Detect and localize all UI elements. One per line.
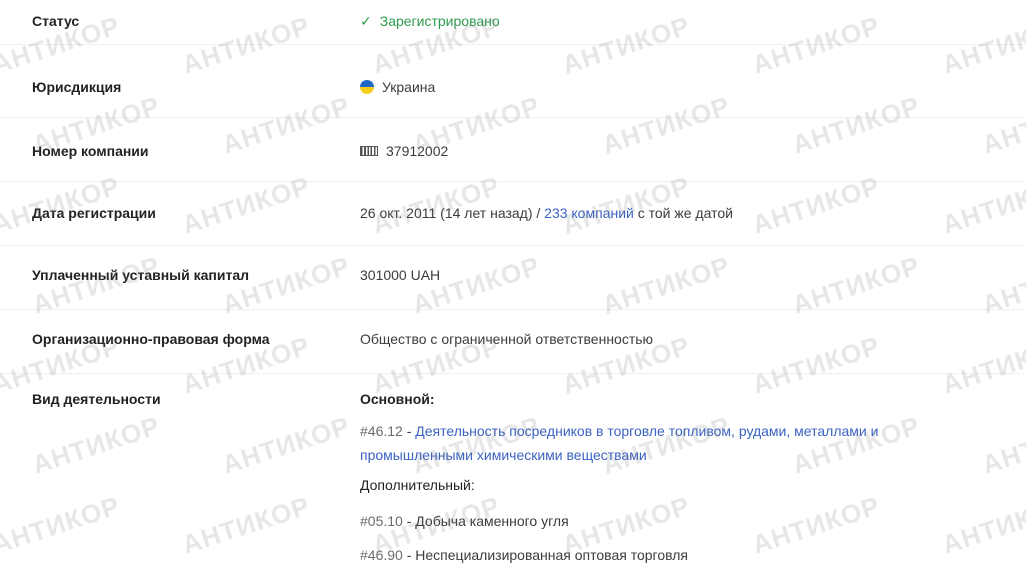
row-legal-form: Организационно-правовая форма Общество с… — [0, 309, 1026, 374]
jurisdiction-value: Украина — [360, 79, 435, 95]
extra-activity-code: #46.90 — [360, 547, 403, 563]
legal-form-label: Организационно-правовая форма — [32, 331, 270, 347]
company-number-label: Номер компании — [32, 143, 149, 159]
barcode-icon — [360, 146, 378, 156]
company-number-value: 37912002 — [360, 143, 448, 159]
activity-block: Основной: #46.12 - Деятельность посредни… — [360, 387, 960, 567]
registration-date-text: 26 окт. 2011 (14 лет назад) / — [360, 205, 545, 221]
extra-activity-text: Добыча каменного угля — [415, 513, 569, 529]
row-jurisdiction: Юрисдикция Украина — [0, 44, 1026, 118]
main-activity-code: #46.12 — [360, 423, 403, 439]
extra-activity-text: Неспециализированная оптовая торговля — [415, 547, 688, 563]
registration-date-suffix: с той же датой — [633, 205, 733, 221]
jurisdiction-text: Украина — [382, 79, 436, 95]
row-capital: Уплаченный уставный капитал 301000 UAH — [0, 245, 1026, 310]
row-company-number: Номер компании 37912002 — [0, 117, 1026, 182]
capital-value: 301000 UAH — [360, 267, 441, 283]
same-date-companies-link[interactable]: 233 компаний — [544, 205, 634, 221]
row-registration-date: Дата регистрации 26 окт. 2011 (14 лет на… — [0, 181, 1026, 246]
status-label: Статус — [32, 13, 80, 29]
extra-activity-item: #05.10 - Добыча каменного угля — [360, 513, 569, 529]
status-text: Зарегистрировано — [379, 13, 500, 29]
registration-date-value: 26 окт. 2011 (14 лет назад) / 233 компан… — [360, 205, 733, 221]
extra-activity-title: Дополнительный: — [360, 477, 475, 493]
extra-activity-item: #46.90 - Неспециализированная оптовая то… — [360, 547, 688, 563]
jurisdiction-label: Юрисдикция — [32, 79, 122, 95]
check-icon: ✓ — [360, 13, 372, 29]
row-status: Статус ✓ Зарегистрировано — [0, 0, 1026, 45]
row-activity: Вид деятельности Основной: #46.12 - Деят… — [0, 373, 1026, 572]
main-activity-link[interactable]: Деятельность посредников в торговле топл… — [360, 423, 878, 463]
capital-label: Уплаченный уставный капитал — [32, 267, 250, 283]
legal-form-value: Общество с ограниченной ответственностью — [360, 331, 654, 347]
main-activity-title: Основной: — [360, 391, 435, 407]
extra-activity-code: #05.10 — [360, 513, 403, 529]
ukraine-flag-icon — [360, 80, 374, 94]
company-number-text: 37912002 — [386, 143, 449, 159]
activity-label: Вид деятельности — [32, 391, 161, 407]
status-value: ✓ Зарегистрировано — [360, 13, 500, 30]
main-activity-item: #46.12 - Деятельность посредников в торг… — [360, 423, 879, 463]
registration-date-label: Дата регистрации — [32, 205, 156, 221]
